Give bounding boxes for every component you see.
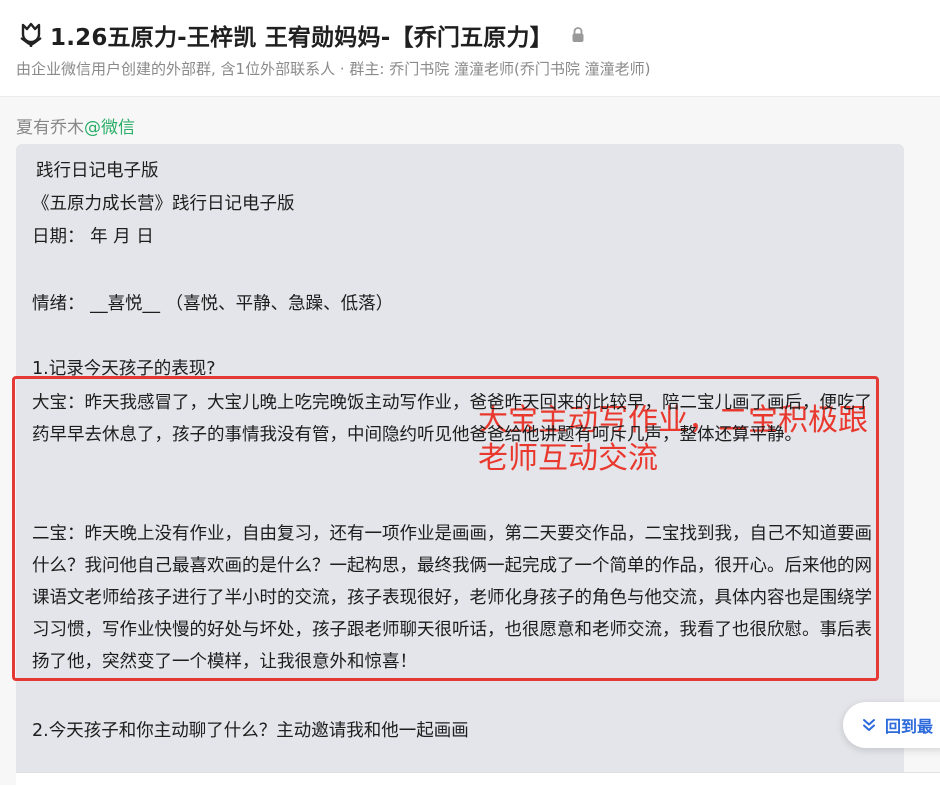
message-area[interactable]: 夏有乔木@微信 践行日记电子版 《五原力成长营》践行日记电子版 日期： 年 月 … <box>0 97 940 785</box>
sender-source: @微信 <box>84 118 135 138</box>
sender-label: 夏有乔木@微信 <box>16 113 135 138</box>
page-title: 1.26五原力-王梓凯 王宥勋妈妈-【乔门五原力】 <box>50 25 553 51</box>
message-line: 2.今天孩子和你主动聊了什么？主动邀请我和他一起画画 <box>32 721 469 741</box>
title-row: 1.26五原力-王梓凯 王宥勋妈妈-【乔门五原力】 <box>18 18 585 52</box>
input-bar[interactable] <box>16 772 940 786</box>
back-to-latest-label: 回到最 <box>885 717 934 736</box>
chat-header: 1.26五原力-王梓凯 王宥勋妈妈-【乔门五原力】 由企业微信用户创建的外部群,… <box>0 0 940 97</box>
sender-name[interactable]: 夏有乔木 <box>16 118 84 138</box>
message-line: 践行日记电子版 <box>36 161 159 181</box>
message-line: 情绪： __喜悦__ （喜悦、平静、急躁、低落） <box>32 294 394 314</box>
double-chevron-down-icon <box>863 719 875 731</box>
group-info: 由企业微信用户创建的外部群, 含1位外部联系人 · 群主: 乔门书院 潼潼老师(… <box>16 60 651 78</box>
tulip-icon <box>20 22 42 47</box>
message-line: 日期： 年 月 日 <box>32 227 154 247</box>
highlight-box <box>12 376 879 681</box>
lock-icon <box>572 27 584 42</box>
message-line: 《五原力成长营》践行日记电子版 <box>32 194 295 214</box>
back-to-latest-button[interactable]: 回到最 <box>843 702 940 748</box>
